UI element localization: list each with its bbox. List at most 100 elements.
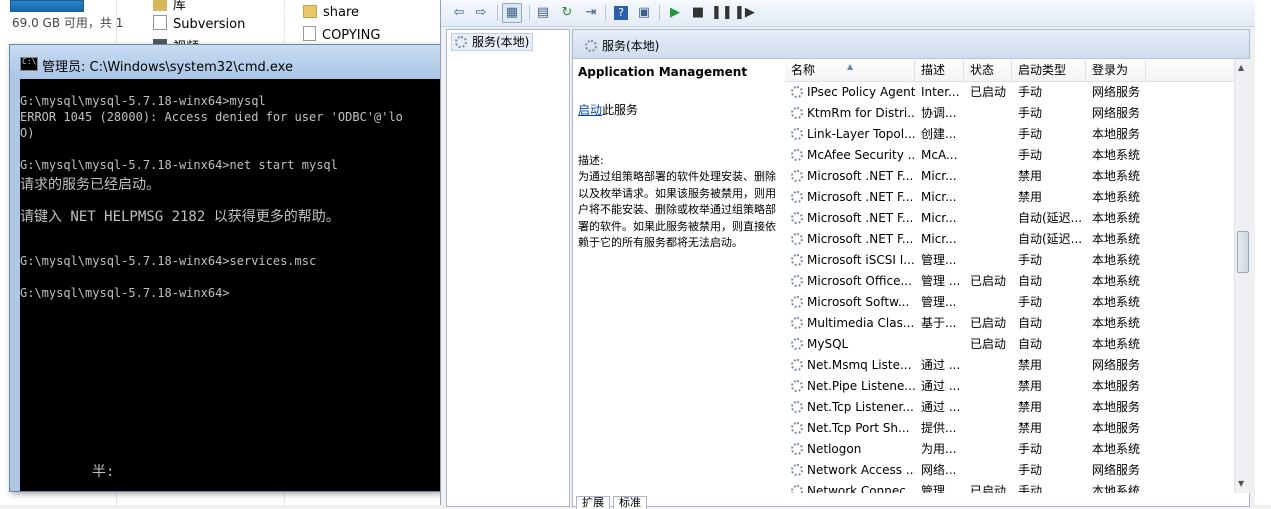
show-tree-button[interactable]: ▦ [502,3,522,23]
forward-button[interactable]: ⇨ [471,3,491,23]
tree-item-services-local[interactable]: 服务(本地) [451,33,534,51]
service-startup-type: 手动 [1018,127,1043,141]
service-logon-as: 本地系统 [1092,484,1141,493]
table-row[interactable]: Microsoft Softw... 管理... 手动 本地系统 [785,292,1234,313]
ime-status: 半: [92,464,115,480]
pause-service-button[interactable]: ❚❚ [711,3,733,23]
service-status: 已启动 [970,484,1007,493]
scroll-down-icon[interactable]: ▼ [1238,479,1244,488]
table-row[interactable]: IPsec Policy Agent Inter... 已启动 手动 网络服务 [785,82,1234,103]
service-name: McAfee Security ... [791,145,915,166]
table-row[interactable]: Microsoft .NET F... Micr... 自动(延迟... 本地系统 [785,208,1234,229]
action-pane-icon: ▣ [637,5,651,20]
table-row[interactable]: Net.Msmq Liste... 通过 ... 禁用 网络服务 [785,355,1234,376]
column-header-status[interactable]: 状态 [964,59,1012,81]
service-startup-type: 禁用 [1018,169,1043,183]
service-name: Link-Layer Topol... [791,124,915,145]
cmd-app-icon [20,57,38,71]
gear-icon [791,275,803,287]
cmd-titlebar[interactable]: 管理员: C:\Windows\system32\cmd.exe [10,45,440,79]
table-row[interactable]: Microsoft .NET F... Micr... 禁用 本地系统 [785,166,1234,187]
service-startup-type: 自动 [1018,337,1043,351]
column-header-startup-type[interactable]: 启动类型 [1012,59,1086,81]
service-startup-type: 手动 [1018,442,1043,456]
scrollbar-thumb[interactable] [1237,231,1249,273]
service-startup-type: 自动(延迟... [1018,211,1083,225]
library-icon [153,0,167,11]
services-header: 服务(本地) [573,30,1249,59]
gear-icon [791,443,803,455]
cmd-window[interactable]: 管理员: C:\Windows\system32\cmd.exe G:\mysq… [9,44,441,492]
table-row[interactable]: Netlogon 为用... 手动 本地系统 [785,439,1234,460]
nav-item-library[interactable]: 库 [153,0,186,13]
service-action: 启动此服务 [578,103,639,117]
scroll-up-icon[interactable]: ▲ [1238,63,1244,72]
service-name: IPsec Policy Agent [791,82,915,103]
nav-item-subversion[interactable]: Subversion [153,15,245,32]
table-row[interactable]: Microsoft .NET F... Micr... 禁用 本地系统 [785,187,1234,208]
services-list[interactable]: ▲ 名称 描述 状态 启动类型 登录为 IPsec Policy Agent In… [785,59,1234,493]
console-line: O) [20,126,35,140]
start-service-link[interactable]: 启动 [578,103,602,117]
refresh-button[interactable]: ↻ [557,3,577,23]
service-description: 协调... [921,106,957,120]
file-item-copying[interactable]: COPYING [303,26,380,43]
service-logon-as: 网络服务 [1092,106,1141,120]
disk-free-text: 69.0 GB 可用，共 1 [12,16,124,30]
table-row[interactable]: Network Access ... 网络... 手动 网络服务 [785,460,1234,481]
table-row[interactable]: MySQL 已启动 自动 本地系统 [785,334,1234,355]
vertical-scrollbar[interactable]: ▲ ▼ [1234,59,1250,493]
gear-icon [791,380,803,392]
table-row[interactable]: Net.Tcp Listener... 通过 ... 禁用 本地服务 [785,397,1234,418]
tab-standard[interactable]: 标准 [613,496,647,509]
pause-icon: ❚❚ [711,5,733,20]
gear-icon [791,485,803,493]
table-row[interactable]: Microsoft Office... 管理 ... 已启动 自动 本地系统 [785,271,1234,292]
help-icon: ? [614,6,628,20]
service-startup-type: 自动(延迟... [1018,232,1083,246]
service-startup-type: 手动 [1018,148,1043,162]
table-row[interactable]: Net.Pipe Listene... 通过 ... 禁用 本地服务 [785,376,1234,397]
help-button[interactable]: ? [611,3,631,23]
service-startup-type: 手动 [1018,253,1043,267]
gear-icon [791,86,803,98]
cmd-console[interactable]: G:\mysql\mysql-5.7.18-winx64>mysql ERROR… [20,79,440,491]
tab-extended[interactable]: 扩展 [576,496,610,509]
service-logon-as: 本地服务 [1092,379,1141,393]
table-row[interactable]: Microsoft .NET F... Micr... 自动(延迟... 本地系统 [785,229,1234,250]
table-row[interactable]: Microsoft iSCSI I... 管理... 手动 本地系统 [785,250,1234,271]
restart-icon: ❚▶ [734,5,755,20]
service-logon-as: 网络服务 [1092,85,1141,99]
service-description: 创建... [921,127,957,141]
service-name: Microsoft Office... [791,271,915,292]
properties-button[interactable]: ▤ [533,3,553,23]
gear-icon [791,149,803,161]
service-description: Micr... [921,190,957,204]
restart-service-button[interactable]: ❚▶ [734,3,755,23]
service-description: 为用... [921,442,957,456]
back-button[interactable]: ⇦ [449,3,469,23]
console-line: ERROR 1045 (28000): Access denied for us… [20,110,403,124]
stop-service-button[interactable]: ■ [688,3,708,23]
start-service-button[interactable]: ▶ [665,3,685,23]
services-window[interactable]: ⇦ ⇨ ▦ ▤ ↻ ⇥ ? ▣ ▶ ■ ❚❚ ❚▶ 服务(本地) 服务(本地) … [440,0,1256,509]
service-name: Microsoft iSCSI I... [791,250,915,271]
table-row[interactable]: McAfee Security ... McA... 手动 本地系统 [785,145,1234,166]
table-row[interactable]: KtmRm for Distri... 协调... 手动 网络服务 [785,103,1234,124]
file-item-share[interactable]: share [303,5,359,20]
service-description-text: 为通过组策略部署的软件处理安装、删除以及枚举请求。如果该服务被禁用，则用户将不能… [578,170,776,249]
service-logon-as: 本地系统 [1092,190,1141,204]
column-header-logon-as[interactable]: 登录为 [1086,59,1146,81]
table-row[interactable]: Multimedia Clas... 基于... 已启动 自动 本地系统 [785,313,1234,334]
action-pane-button[interactable]: ▣ [634,3,654,23]
table-row[interactable]: Net.Tcp Port Sh... 提供... 禁用 本地服务 [785,418,1234,439]
export-button[interactable]: ⇥ [581,3,601,23]
column-header-description[interactable]: 描述 [915,59,964,81]
gear-icon [791,212,803,224]
table-row[interactable]: Network Connec... 管理... 已启动 手动 本地系统 [785,481,1234,493]
table-row[interactable]: Link-Layer Topol... 创建... 手动 本地服务 [785,124,1234,145]
column-header-name[interactable]: ▲ 名称 [785,59,915,81]
service-description: Micr... [921,232,957,246]
service-description: 管理... [921,484,957,493]
service-logon-as: 本地系统 [1092,274,1141,288]
